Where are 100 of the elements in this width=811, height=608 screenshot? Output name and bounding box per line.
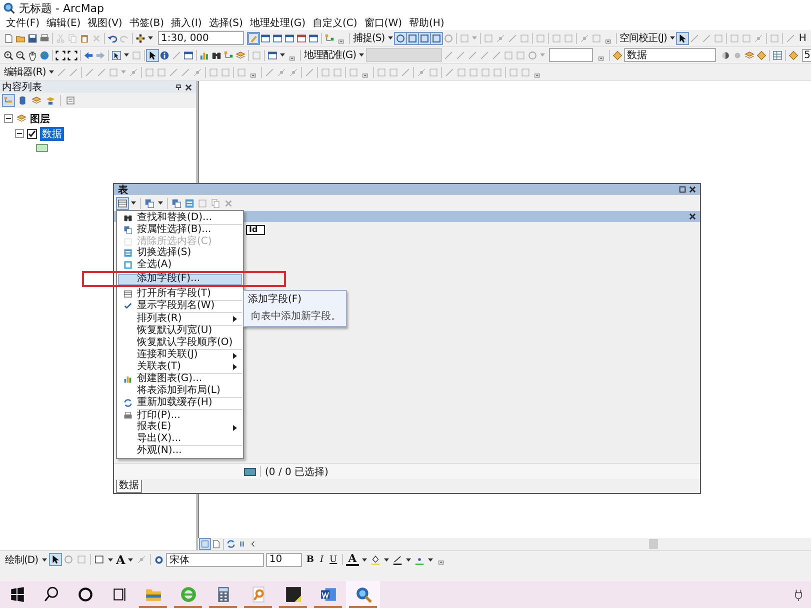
power-plug-icon[interactable]	[794, 588, 803, 602]
window-icon[interactable]	[183, 50, 194, 60]
menu-item[interactable]: 编辑(E)	[46, 16, 81, 30]
caret-icon[interactable]	[158, 201, 163, 205]
menu-item[interactable]: 文件(F)	[6, 16, 40, 30]
hand-icon[interactable]	[27, 50, 38, 60]
menu-item[interactable]: 恢复默认字段顺序(O)	[118, 337, 242, 348]
line-icon[interactable]	[443, 50, 454, 60]
window-icon[interactable]	[260, 32, 271, 44]
node-icon[interactable]	[416, 66, 427, 78]
square-icon[interactable]	[406, 32, 418, 44]
table-select-icon[interactable]	[144, 198, 155, 208]
caret-icon[interactable]	[280, 53, 285, 57]
caret-icon[interactable]	[388, 36, 393, 40]
pause-icon[interactable]	[237, 539, 247, 549]
collapse-toggle[interactable]	[15, 129, 24, 138]
node-icon[interactable]	[752, 32, 764, 44]
menu-item[interactable]: 导出(X)...	[118, 433, 242, 444]
node-icon[interactable]	[494, 32, 506, 44]
caret-icon[interactable]	[42, 558, 48, 562]
line-icon[interactable]	[304, 66, 315, 78]
node-icon[interactable]	[192, 66, 203, 78]
menu-item[interactable]: 地理处理(G)	[250, 16, 306, 30]
layer-label[interactable]: 数据	[40, 126, 64, 140]
cursor-icon[interactable]	[147, 50, 158, 60]
clipboard-icon[interactable]	[79, 32, 90, 44]
caret-icon[interactable]	[359, 53, 364, 57]
italic-button[interactable]: I	[318, 554, 326, 564]
menu-item[interactable]: 将表添加到布局(L)	[118, 385, 242, 396]
switch-icon[interactable]	[184, 198, 195, 208]
select-icon[interactable]	[111, 50, 122, 60]
caret-icon[interactable]	[362, 558, 367, 562]
globe-icon[interactable]	[39, 50, 50, 60]
line-icon[interactable]	[68, 66, 79, 78]
node-icon[interactable]	[578, 32, 590, 44]
right-arrow-icon[interactable]	[95, 50, 106, 60]
window-icon[interactable]	[267, 50, 278, 60]
copy-icon[interactable]	[210, 198, 221, 208]
spatial-adjustment-menu[interactable]: 空间校正(J)	[618, 31, 668, 45]
layers-icon[interactable]	[744, 50, 756, 60]
tree-icon[interactable]	[223, 50, 234, 60]
line-icon[interactable]	[506, 32, 518, 44]
node-icon[interactable]	[128, 66, 139, 78]
menu-item[interactable]: 报表(E)	[118, 422, 242, 433]
menu-item[interactable]: 恢复默认列宽(U)	[118, 326, 242, 337]
fill-color-icon[interactable]	[370, 554, 381, 565]
collapse-toggle[interactable]	[4, 114, 13, 123]
line-icon[interactable]	[479, 50, 490, 60]
line-icon[interactable]	[467, 50, 478, 60]
circle-icon[interactable]	[442, 32, 454, 44]
page-icon[interactable]	[3, 32, 14, 44]
line-icon[interactable]	[264, 66, 275, 78]
font-color-button[interactable]: A	[346, 553, 359, 566]
caret-icon[interactable]	[406, 558, 411, 562]
data-view-icon[interactable]	[200, 539, 210, 549]
line-icon[interactable]	[96, 66, 107, 78]
scale-field[interactable]: 1:30, 000	[158, 31, 244, 45]
editor-menu[interactable]: 编辑器(R)	[3, 65, 47, 79]
caret-icon[interactable]	[131, 201, 136, 205]
node-icon[interactable]	[288, 66, 299, 78]
menu-item[interactable]: 窗口(W)	[364, 16, 402, 30]
left-arrow-icon[interactable]	[83, 50, 94, 60]
close-icon[interactable]	[185, 84, 192, 90]
menu-item[interactable]: 连接和关联(J)	[118, 350, 242, 361]
layer-dropdown[interactable]: 数据	[624, 48, 716, 62]
diamond-icon[interactable]	[788, 50, 800, 60]
line-color-icon[interactable]	[392, 554, 403, 565]
caret-icon[interactable]	[48, 70, 54, 74]
pin-icon[interactable]	[175, 84, 182, 90]
menu-item[interactable]: 外观(N)...	[118, 446, 242, 457]
font-dropdown[interactable]: 宋体	[166, 552, 264, 566]
plus-icon[interactable]	[135, 32, 146, 44]
layer-group-label[interactable]: 图层	[30, 112, 50, 126]
line-icon[interactable]	[700, 32, 712, 44]
layer-checkbox[interactable]	[27, 128, 37, 138]
menu-item[interactable]: 切换选择(S)	[118, 248, 242, 259]
menu-item[interactable]: 按属性选择(B)...	[118, 224, 242, 236]
bold-button[interactable]: B	[304, 554, 316, 564]
window-icon[interactable]	[296, 32, 307, 44]
grid-icon[interactable]	[772, 50, 784, 60]
font-size-dropdown[interactable]: 10	[266, 552, 302, 566]
list-icon[interactable]	[3, 95, 14, 106]
caret-icon[interactable]	[384, 558, 389, 562]
corners-icon[interactable]	[55, 50, 66, 60]
caret-icon[interactable]	[124, 53, 129, 57]
circle-icon[interactable]	[394, 32, 406, 44]
circle-icon[interactable]	[527, 50, 538, 60]
menu-item[interactable]: 关联表(T)	[118, 361, 242, 372]
table-view-icon[interactable]	[244, 468, 256, 476]
close-icon[interactable]	[689, 213, 696, 220]
node-icon[interactable]	[276, 66, 287, 78]
caret-icon[interactable]	[108, 558, 114, 562]
maximize-icon[interactable]	[679, 186, 686, 193]
menu-item[interactable]: 选择(S)	[208, 16, 243, 30]
save-icon[interactable]	[27, 32, 38, 44]
contrast-icon[interactable]	[720, 50, 732, 60]
drawing-menu[interactable]: 绘制(D)	[4, 552, 40, 566]
caret-icon[interactable]	[670, 36, 675, 40]
menu-item[interactable]: 帮助(H)	[409, 16, 444, 30]
layers-icon[interactable]	[235, 50, 246, 60]
